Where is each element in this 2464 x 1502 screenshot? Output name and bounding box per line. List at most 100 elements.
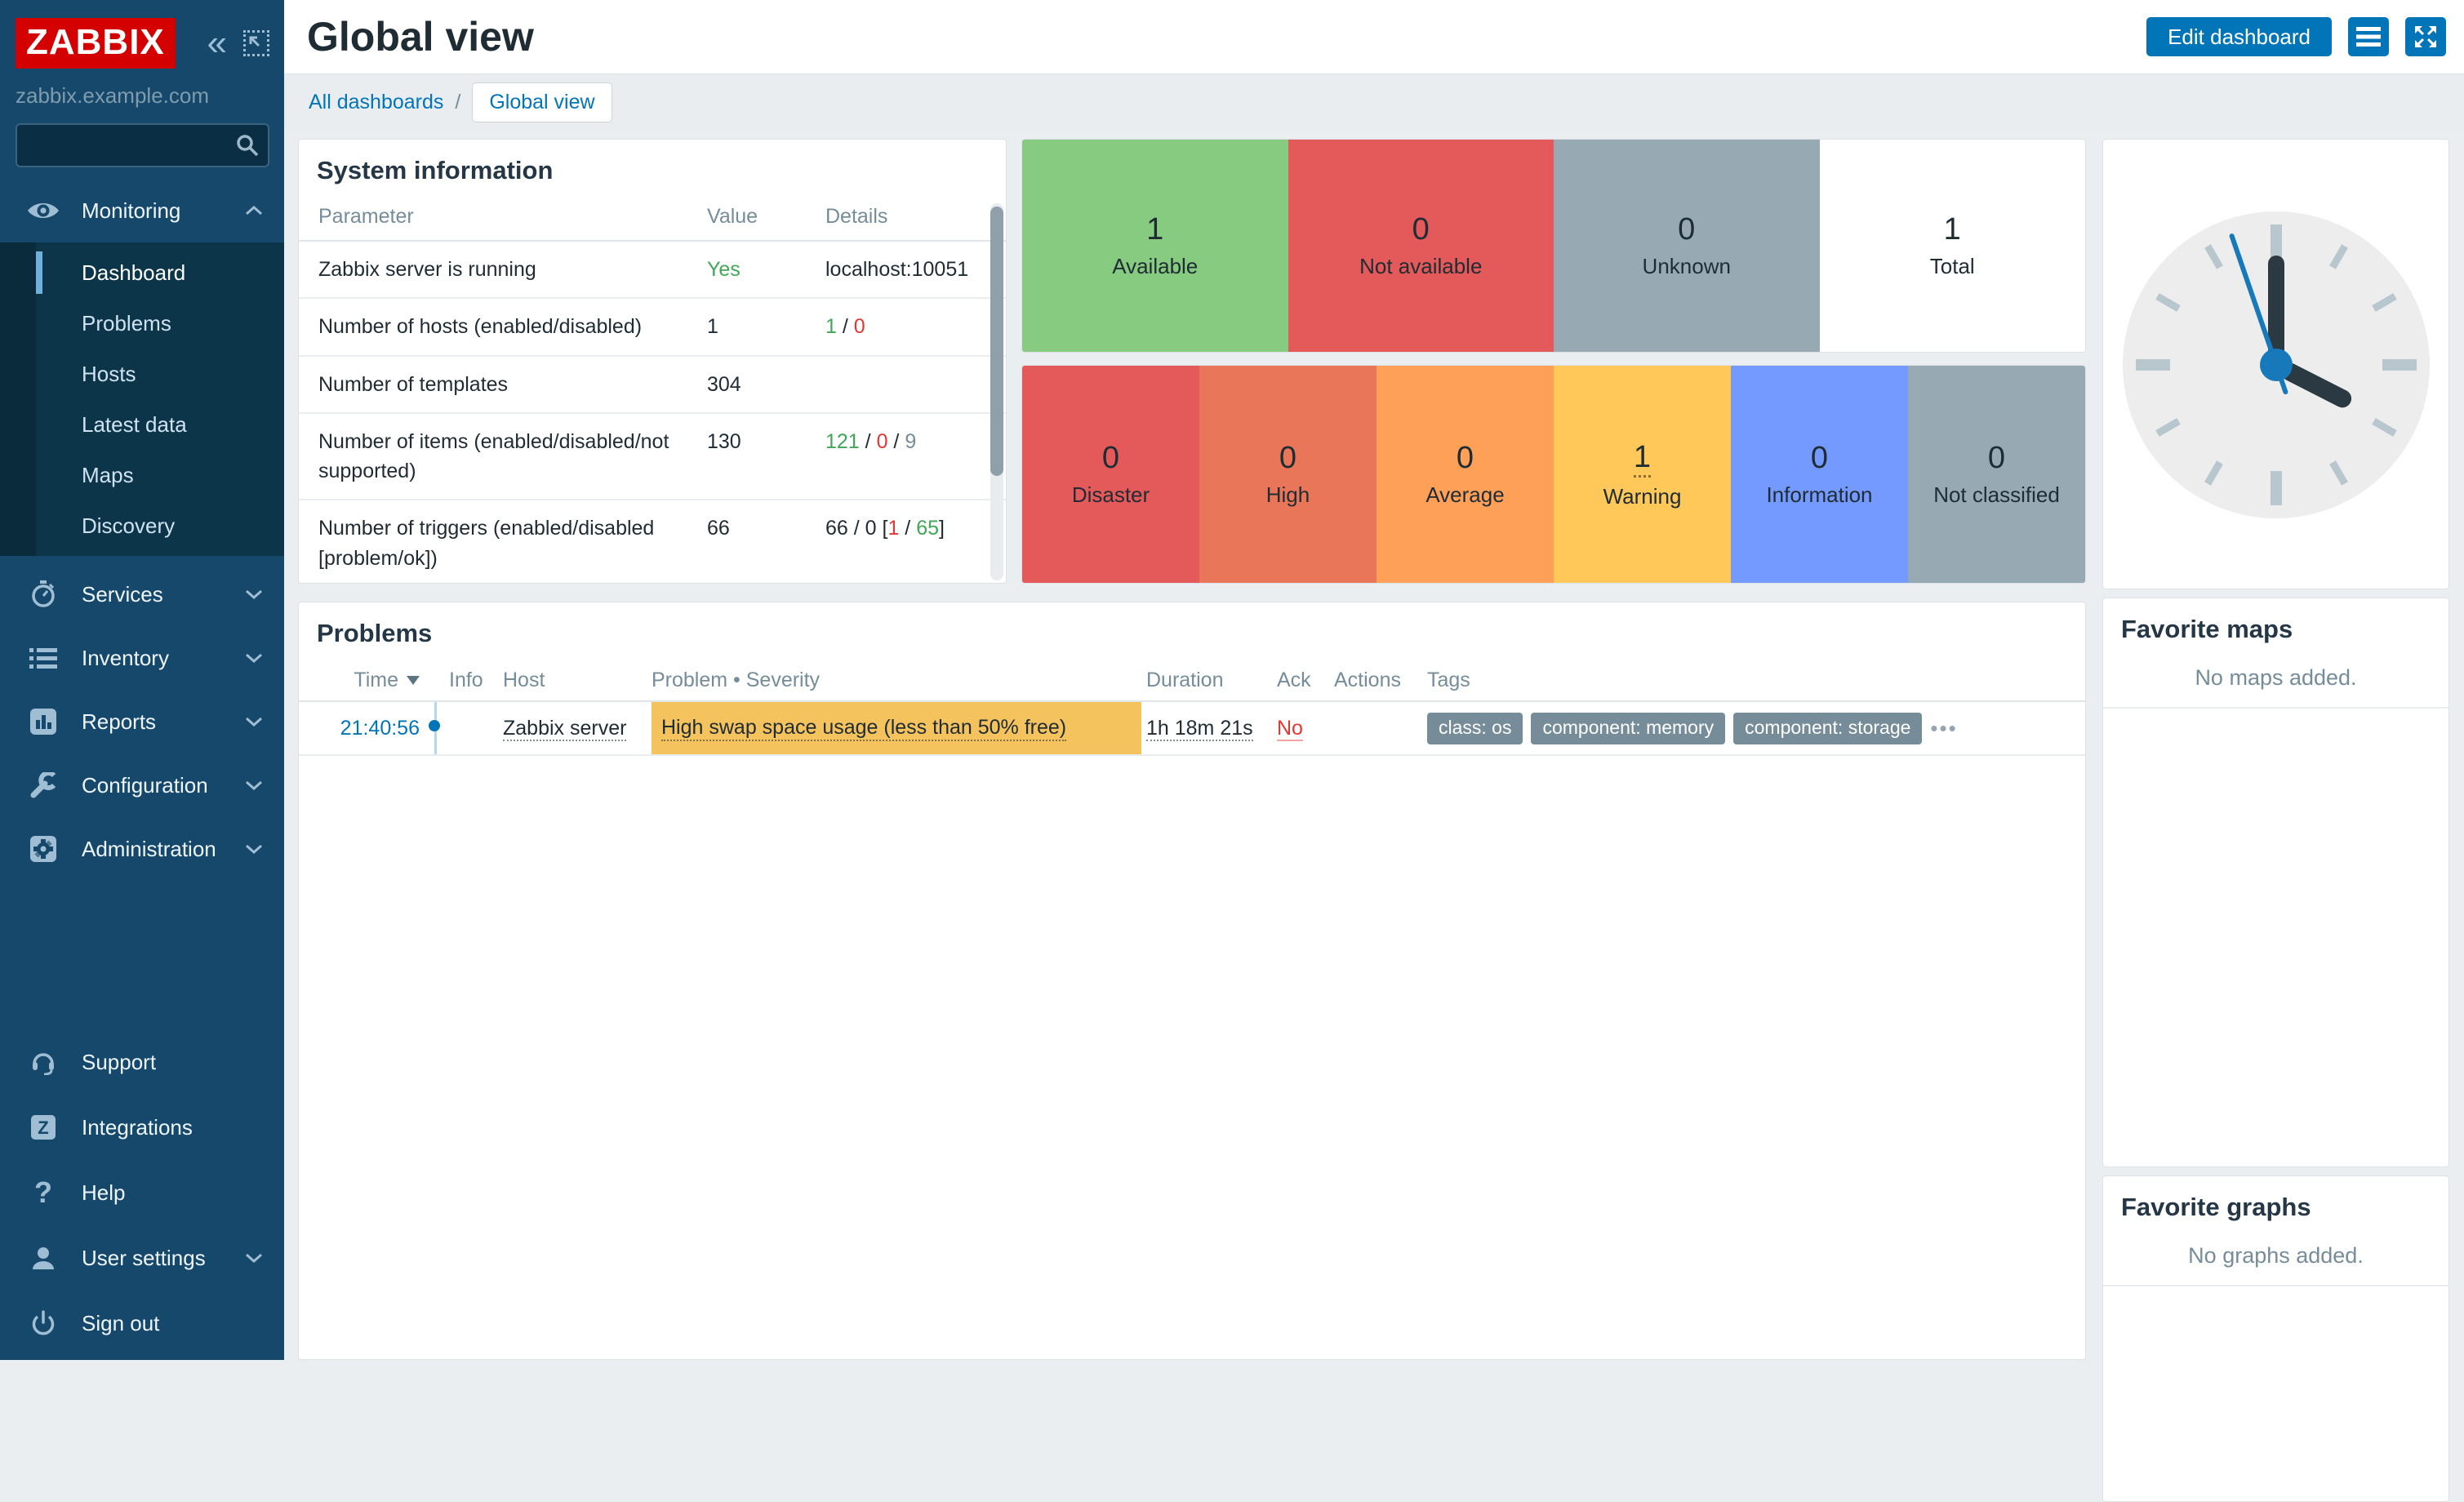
tag-badge[interactable]: component: storage <box>1733 713 1922 744</box>
favorite-maps-widget: Favorite maps No maps added. <box>2102 598 2449 1167</box>
chevron-down-icon <box>245 844 263 854</box>
widget-title: Favorite maps <box>2103 598 2448 655</box>
problem-time-link[interactable]: 21:40:56 <box>340 717 420 740</box>
main-navigation: Monitoring Dashboard Problems Hosts Late… <box>0 185 284 874</box>
sidebar-item-inventory[interactable]: Inventory <box>0 633 284 683</box>
fullscreen-icon <box>2413 24 2438 49</box>
sidebar: ZABBIX « zabbix.example.com <box>0 0 284 1360</box>
sidebar-item-dashboard[interactable]: Dashboard <box>0 247 284 298</box>
severity-cell-warning: 1 Warning <box>1554 366 1731 583</box>
table-row: Number of items (enabled/disabled/not su… <box>299 414 1006 501</box>
timeline-separator <box>420 702 449 754</box>
more-tags-button[interactable]: ••• <box>1930 716 1957 741</box>
sidebar-item-services[interactable]: Services <box>0 569 284 620</box>
dashboard-menu-button[interactable] <box>2348 17 2389 56</box>
widget-title: Favorite graphs <box>2103 1176 2448 1233</box>
table-row: Zabbix server is running Yes localhost:1… <box>299 242 1006 299</box>
gear-icon <box>24 836 62 862</box>
sidebar-item-administration[interactable]: Administration <box>0 824 284 874</box>
edit-dashboard-button[interactable]: Edit dashboard <box>2146 17 2332 56</box>
sidebar-item-reports[interactable]: Reports <box>0 696 284 747</box>
sidebar-item-maps[interactable]: Maps <box>0 450 284 500</box>
widget-title: Problems <box>299 602 2085 660</box>
breadcrumb-all-dashboards[interactable]: All dashboards <box>309 91 443 114</box>
sidebar-item-label: Monitoring <box>82 198 180 224</box>
bar-chart-icon <box>24 709 62 735</box>
table-row: Number of templates 304 <box>299 357 1006 414</box>
problems-widget: Problems Time Info Host Problem • Severi… <box>298 602 2086 1360</box>
severity-cell-average: 0 Average <box>1377 366 1554 583</box>
problem-name-link[interactable]: High swap space usage (less than 50% fre… <box>661 716 1066 741</box>
availability-cell-unknown: 0 Unknown <box>1554 140 1820 352</box>
severity-cell-high: 0 High <box>1199 366 1377 583</box>
sidebar-item-monitoring[interactable]: Monitoring <box>0 185 284 236</box>
sidebar-item-label: Help <box>82 1180 125 1206</box>
collapse-sidebar-icon[interactable]: « <box>207 25 227 61</box>
analog-clock <box>2103 140 2449 589</box>
sidebar-item-support[interactable]: Support <box>0 1037 284 1087</box>
chevron-down-icon <box>245 717 263 727</box>
sidebar-item-label: Maps <box>82 463 134 488</box>
sidebar-footer: Support Z Integrations ? Help User sett <box>0 1037 284 1349</box>
sidebar-item-label: Configuration <box>82 773 208 798</box>
chevron-down-icon <box>245 653 263 663</box>
search-input[interactable] <box>16 123 269 167</box>
hide-sidebar-icon[interactable] <box>243 30 269 56</box>
column-parameter: Parameter <box>299 205 707 229</box>
timeline-dot-icon <box>429 720 440 731</box>
scrollbar-thumb[interactable] <box>990 207 1003 476</box>
column-info: Info <box>449 669 496 692</box>
svg-text:Z: Z <box>38 1118 48 1138</box>
column-problem-severity: Problem • Severity <box>652 669 1141 692</box>
breadcrumb-separator: / <box>455 91 460 114</box>
sidebar-item-hosts[interactable]: Hosts <box>0 349 284 399</box>
tag-badge[interactable]: class: os <box>1427 713 1523 744</box>
sidebar-item-sign-out[interactable]: Sign out <box>0 1298 284 1349</box>
sidebar-item-help[interactable]: ? Help <box>0 1167 284 1218</box>
column-details: Details <box>825 205 1006 229</box>
sidebar-item-latest-data[interactable]: Latest data <box>0 399 284 450</box>
problem-ack-link[interactable]: No <box>1277 717 1303 741</box>
sidebar-item-problems[interactable]: Problems <box>0 298 284 349</box>
question-icon: ? <box>24 1175 62 1210</box>
sidebar-item-label: Administration <box>82 837 216 862</box>
sidebar-item-user-settings[interactable]: User settings <box>0 1233 284 1283</box>
wrench-icon <box>24 772 62 798</box>
column-tags: Tags <box>1427 669 2085 692</box>
empty-message: No maps added. <box>2103 655 2448 709</box>
list-icon <box>24 647 62 669</box>
sidebar-item-label: Support <box>82 1050 156 1075</box>
sidebar-item-integrations[interactable]: Z Integrations <box>0 1102 284 1153</box>
sidebar-item-label: Reports <box>82 709 156 735</box>
clock-center <box>2260 349 2293 381</box>
sidebar-item-configuration[interactable]: Configuration <box>0 760 284 811</box>
problem-duration-link[interactable]: 1h 18m 21s <box>1146 717 1253 741</box>
column-time[interactable]: Time <box>299 669 420 692</box>
breadcrumb: All dashboards / Global view <box>284 73 2464 131</box>
problem-host-link[interactable]: Zabbix server <box>503 717 626 741</box>
availability-cell-total: 1 Total <box>1820 140 2086 352</box>
table-row: Number of hosts (enabled/disabled) 1 1 /… <box>299 299 1006 356</box>
tag-badge[interactable]: component: memory <box>1531 713 1725 744</box>
sort-desc-icon <box>407 676 420 685</box>
page-title: Global view <box>307 13 534 60</box>
sidebar-item-label: User settings <box>82 1246 206 1271</box>
chevron-down-icon <box>245 589 263 599</box>
search-icon[interactable] <box>235 133 260 158</box>
clock-widget <box>2102 139 2449 589</box>
server-name: zabbix.example.com <box>0 69 284 109</box>
main-area: Global view Edit dashboard <box>284 0 2464 1360</box>
column-duration: Duration <box>1141 669 1272 692</box>
host-availability-widget: 1 Available 0 Not available 0 Unknown 1 … <box>1021 139 2086 353</box>
headset-icon <box>24 1049 62 1075</box>
system-info-header: Parameter Value Details <box>299 197 1006 242</box>
page-header: Global view Edit dashboard <box>284 0 2464 73</box>
scrollbar[interactable] <box>990 203 1003 580</box>
problems-table-header: Time Info Host Problem • Severity Durati… <box>299 660 2085 702</box>
chevron-down-icon <box>245 780 263 790</box>
breadcrumb-current[interactable]: Global view <box>472 82 612 122</box>
fullscreen-button[interactable] <box>2405 17 2446 56</box>
sidebar-item-label: Hosts <box>82 362 136 387</box>
sidebar-item-discovery[interactable]: Discovery <box>0 500 284 551</box>
table-row: Number of triggers (enabled/disabled [pr… <box>299 500 1006 584</box>
